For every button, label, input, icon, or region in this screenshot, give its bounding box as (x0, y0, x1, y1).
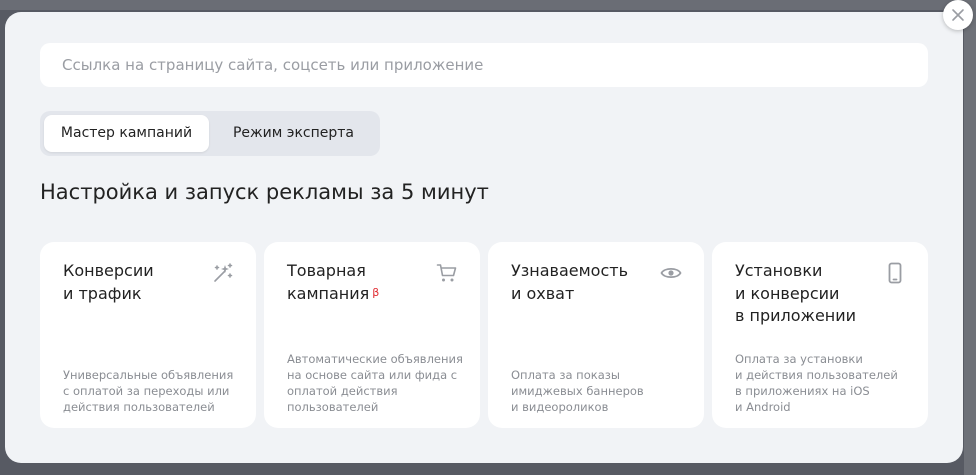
background-page-header (0, 0, 976, 10)
eye-icon (660, 267, 682, 279)
card-conversions-traffic[interactable]: Конверсии и трафик Универсальные объявле… (40, 242, 256, 428)
close-icon (952, 9, 964, 21)
tab-expert-mode[interactable]: Режим эксперта (211, 115, 376, 152)
card-description: Оплата за установки и действия пользоват… (735, 352, 898, 414)
shopping-cart-icon (436, 264, 457, 282)
card-app-installs[interactable]: Установки и конверсии в приложении Оплат… (712, 242, 928, 428)
page-title: Настройка и запуск рекламы за 5 минут (40, 180, 489, 204)
magic-wand-icon (214, 263, 233, 282)
card-description: Автоматические объявления на основе сайт… (287, 352, 463, 414)
card-description: Оплата за показы имиджевых баннеров и ви… (511, 368, 644, 414)
beta-badge: β (372, 285, 380, 299)
card-product-campaign[interactable]: Товарная кампания β Автоматические объявл… (264, 242, 480, 428)
close-button[interactable] (943, 0, 973, 30)
card-description: Универсальные объявления с оплатой за пе… (63, 368, 234, 414)
smartphone-icon (888, 262, 902, 284)
card-title-text: Товарная кампания (287, 261, 370, 303)
card-title: Конверсии и трафик (63, 261, 154, 303)
mode-switch: Мастер кампаний Режим эксперта (40, 111, 380, 156)
card-title: Установки и конверсии в приложении (735, 261, 857, 325)
card-title: Товарная кампания β (287, 260, 437, 305)
background-page-edge (964, 0, 976, 475)
campaign-create-modal: Мастер кампаний Режим эксперта Настройка… (5, 12, 963, 463)
card-title: Узнаваемость и охват (511, 261, 629, 303)
card-awareness-reach[interactable]: Узнаваемость и охват Оплата за показы им… (488, 242, 704, 428)
tab-campaign-wizard[interactable]: Мастер кампаний (44, 115, 209, 152)
site-url-input[interactable] (40, 43, 928, 87)
